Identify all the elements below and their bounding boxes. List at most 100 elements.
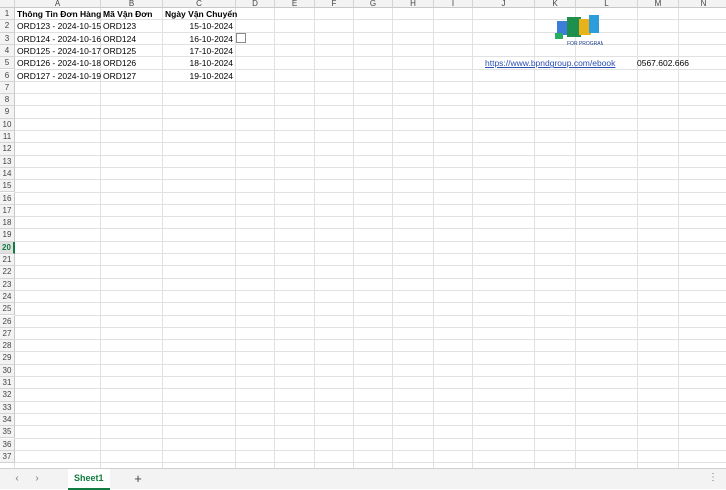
row-header[interactable]: 8 [0,94,15,107]
ebook-link[interactable]: https://www.bpndgroup.com/ebook [485,57,615,69]
grid-line [235,8,236,468]
row-header[interactable]: 19 [0,229,15,242]
row-header[interactable]: 11 [0,131,15,144]
order-info-cell[interactable]: ORD124 - 2024-10-16 [17,33,101,45]
grid-line [15,437,726,439]
shipping-date-cell[interactable]: 17-10-2024 [165,45,233,57]
order-code-cell[interactable]: ORD125 [103,45,136,57]
spreadsheet-grid[interactable]: A B C D E F G H I J K L M N 1 2 3 4 5 6 7 8 9 10 11 12 13 14 15 16 17 1… [0,0,726,468]
order-info-cell[interactable]: ORD123 - 2024-10-15 [17,20,101,32]
column-header[interactable]: D [236,0,275,8]
next-sheet-button[interactable]: › [30,473,44,485]
column-header[interactable]: F [315,0,354,8]
column-header[interactable]: H [393,0,434,8]
row-header[interactable]: 32 [0,389,15,402]
row-header[interactable]: 9 [0,106,15,119]
row-header[interactable]: 12 [0,143,15,156]
order-info-cell[interactable]: ORD126 - 2024-10-18 [17,57,101,69]
shipping-date-cell[interactable]: 18-10-2024 [165,57,233,69]
grid-line [15,154,726,156]
row-header[interactable]: 10 [0,118,15,131]
row-header[interactable]: 3 [0,32,15,45]
shipping-date-cell[interactable]: 19-10-2024 [165,70,233,82]
row-header[interactable]: 34 [0,413,15,427]
shipping-date-cell[interactable]: 15-10-2024 [165,20,233,32]
header-ma-van-don[interactable]: Mã Vận Đơn [103,8,153,20]
row-header[interactable]: 6 [0,69,15,82]
column-header[interactable]: L [576,0,638,8]
row-header[interactable]: 28 [0,340,15,353]
row-header[interactable]: 13 [0,155,15,168]
order-code-cell[interactable]: ORD126 [103,57,136,69]
row-header[interactable]: 37 [0,450,15,464]
shipping-date-cell[interactable]: 16-10-2024 [165,33,233,45]
grid-line [15,277,726,279]
paste-options-icon[interactable] [236,33,246,43]
grid-line [15,289,726,291]
row-header[interactable]: 26 [0,315,15,328]
column-header[interactable]: C [163,0,236,8]
row-header[interactable]: 4 [0,44,15,58]
column-header[interactable]: G [354,0,393,8]
tab-sheet1[interactable]: Sheet1 [68,469,110,490]
column-header[interactable]: I [434,0,473,8]
row-header[interactable]: 1 [0,8,15,21]
grid-line [15,462,726,464]
sheet-tab-bar: ‹ › Sheet1 + ⋮ [0,468,726,490]
order-code-cell[interactable]: ORD127 [103,70,136,82]
column-header[interactable]: A [15,0,101,8]
header-thong-tin-don-hang[interactable]: Thông Tin Đơn Hàng [17,8,101,20]
row-header[interactable]: 29 [0,352,15,365]
row-header[interactable]: 24 [0,290,15,304]
column-header[interactable]: K [535,0,576,8]
row-header[interactable]: 7 [0,81,15,95]
row-header[interactable]: 14 [0,167,15,181]
row-header[interactable]: 22 [0,266,15,279]
row-header[interactable]: 17 [0,204,15,218]
order-info-cell[interactable]: ORD127 - 2024-10-19 [17,70,101,82]
grid-line [15,130,726,131]
row-header[interactable]: 33 [0,401,15,414]
row-header[interactable]: 36 [0,438,15,451]
row-header[interactable]: 18 [0,217,15,230]
row-header[interactable]: 27 [0,327,15,341]
grid-line [15,363,726,365]
grid-line [15,351,726,353]
row-header[interactable]: 5 [0,57,15,70]
header-ngay-van-chuyen[interactable]: Ngày Vận Chuyển [165,8,237,20]
more-options-icon[interactable]: ⋮ [708,472,718,483]
select-all-corner[interactable] [0,0,15,8]
row-header[interactable]: 2 [0,20,15,33]
grid-line [15,388,726,390]
column-header[interactable]: J [473,0,535,8]
column-header[interactable]: E [275,0,315,8]
row-header[interactable]: 16 [0,192,15,205]
row-header[interactable]: 20 [0,241,15,254]
row-header[interactable]: 25 [0,303,15,316]
grid-line [15,179,726,181]
grid-line [15,253,726,254]
grid-line [162,8,163,468]
grid-line [15,105,726,107]
grid-line [15,240,726,242]
row-header[interactable]: 31 [0,377,15,390]
row-header[interactable]: 15 [0,180,15,193]
row-header[interactable]: 21 [0,254,15,267]
grid-line [314,8,315,468]
add-sheet-button[interactable]: + [130,471,146,487]
order-code-cell[interactable]: ORD124 [103,33,136,45]
column-header[interactable]: N [679,0,726,8]
grid-line [274,8,275,468]
grid-line [15,142,726,144]
prev-sheet-button[interactable]: ‹ [10,473,24,485]
grid-line [433,8,434,468]
column-header[interactable]: M [638,0,679,8]
column-header[interactable]: B [101,0,163,8]
grid-line [15,314,726,316]
row-header[interactable]: 35 [0,426,15,439]
row-header[interactable]: 30 [0,364,15,377]
phone-number[interactable]: 0567.602.666 [637,57,689,69]
order-info-cell[interactable]: ORD125 - 2024-10-17 [17,45,101,57]
row-header[interactable]: 23 [0,278,15,291]
order-code-cell[interactable]: ORD123 [103,20,136,32]
